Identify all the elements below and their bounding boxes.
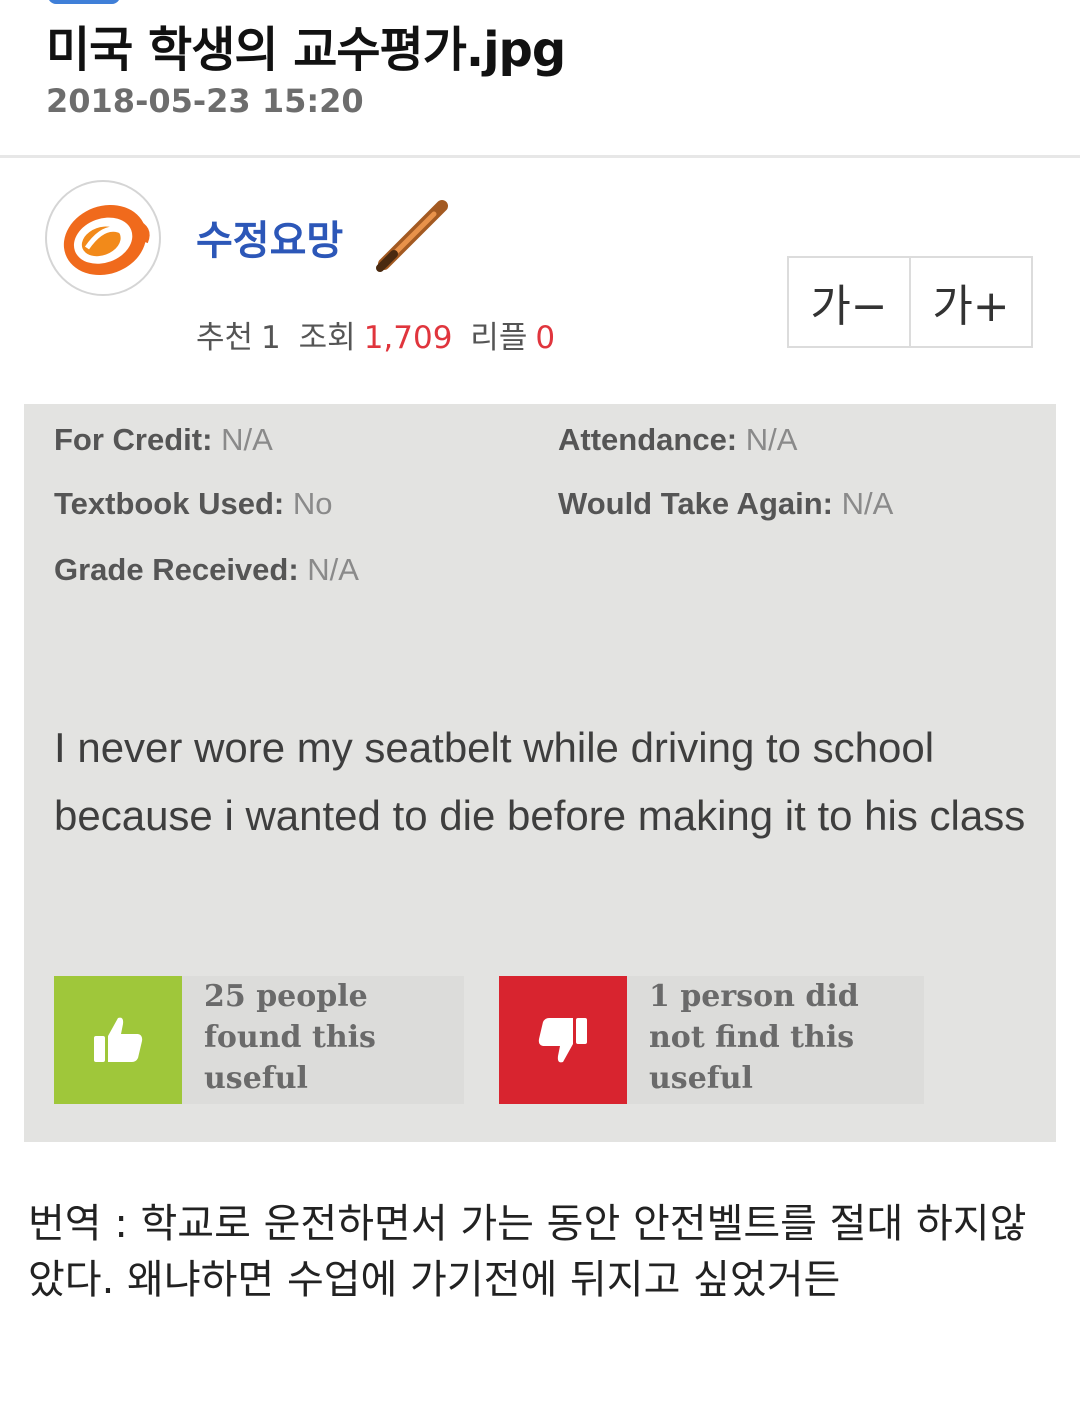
bat-icon [376,200,448,272]
post-image: For Credit: N/A Attendance: N/A Textbook… [24,404,1056,1142]
font-size-controls: 가− 가+ [787,256,1033,348]
recommend-label: 추천 [196,320,254,356]
font-decrease-button[interactable]: 가− [789,258,909,346]
font-increase-button[interactable]: 가+ [909,258,1031,346]
orange-swirl-logo-icon [63,204,150,276]
field-textbook-used: Textbook Used: No [54,486,333,521]
replies-label: 리플 [470,320,528,356]
thumbs-down-icon [538,1018,587,1063]
recommend-count: 1 [261,320,281,356]
post-title: 미국 학생의 교수평가.jpg [46,22,566,78]
post-datetime: 2018-05-23 15:20 [46,82,364,120]
replies-count: 0 [535,320,556,356]
vote-down-text: 1 person did not find this useful [649,979,859,1096]
review-text: I never wore my seatbelt while driving t… [54,724,1026,839]
thumbs-up-button [54,976,182,1104]
field-would-take-again: Would Take Again: N/A [558,486,894,521]
useful-vote-down: 1 person did not find this useful [499,976,924,1104]
top-accent-bar [48,0,120,4]
thumbs-down-button [499,976,627,1104]
views-label: 조회 [298,320,356,356]
field-attendance: Attendance: N/A [558,422,798,457]
useful-vote-up: 25 people found this useful [54,976,464,1104]
thumbs-up-icon [94,1017,143,1062]
views-count: 1,709 [363,320,453,356]
translation-text: 번역 : 학교로 운전하면서 가는 동안 안전벨트를 절대 하지않았다. 왜냐하… [28,1201,1027,1303]
author-nickname[interactable]: 수정요망 [196,208,343,266]
author-avatar[interactable] [45,180,161,296]
post-stats: 추천 1 조회 1,709 리플 0 [196,312,563,357]
vote-up-text: 25 people found this useful [204,979,376,1096]
header-divider [0,155,1080,158]
field-grade-received: Grade Received: N/A [54,552,359,587]
field-for-credit: For Credit: N/A [54,422,273,457]
